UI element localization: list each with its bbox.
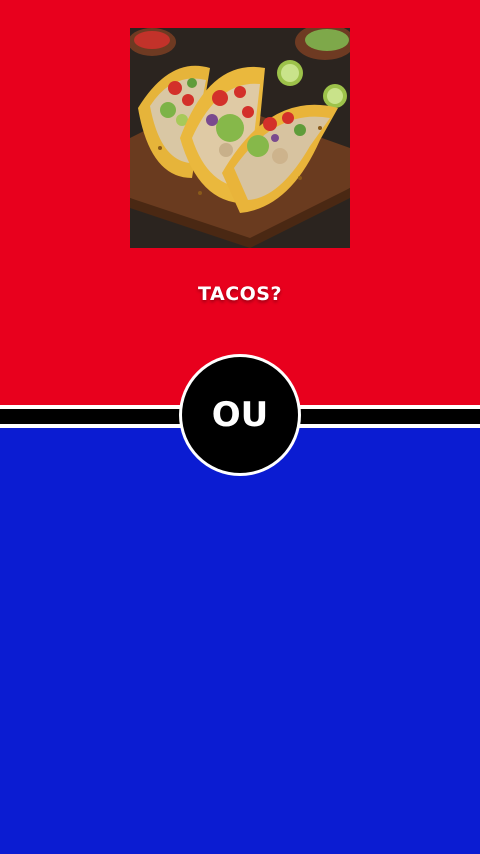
- tacos-image: [130, 28, 350, 248]
- or-label: OU: [211, 395, 269, 435]
- bottom-option-panel[interactable]: [0, 425, 480, 854]
- option-label: TACOS?: [198, 283, 282, 305]
- or-badge: OU: [179, 354, 301, 476]
- poll-screen: TACOS? OU: [0, 0, 480, 854]
- or-badge-inner: OU: [182, 357, 298, 473]
